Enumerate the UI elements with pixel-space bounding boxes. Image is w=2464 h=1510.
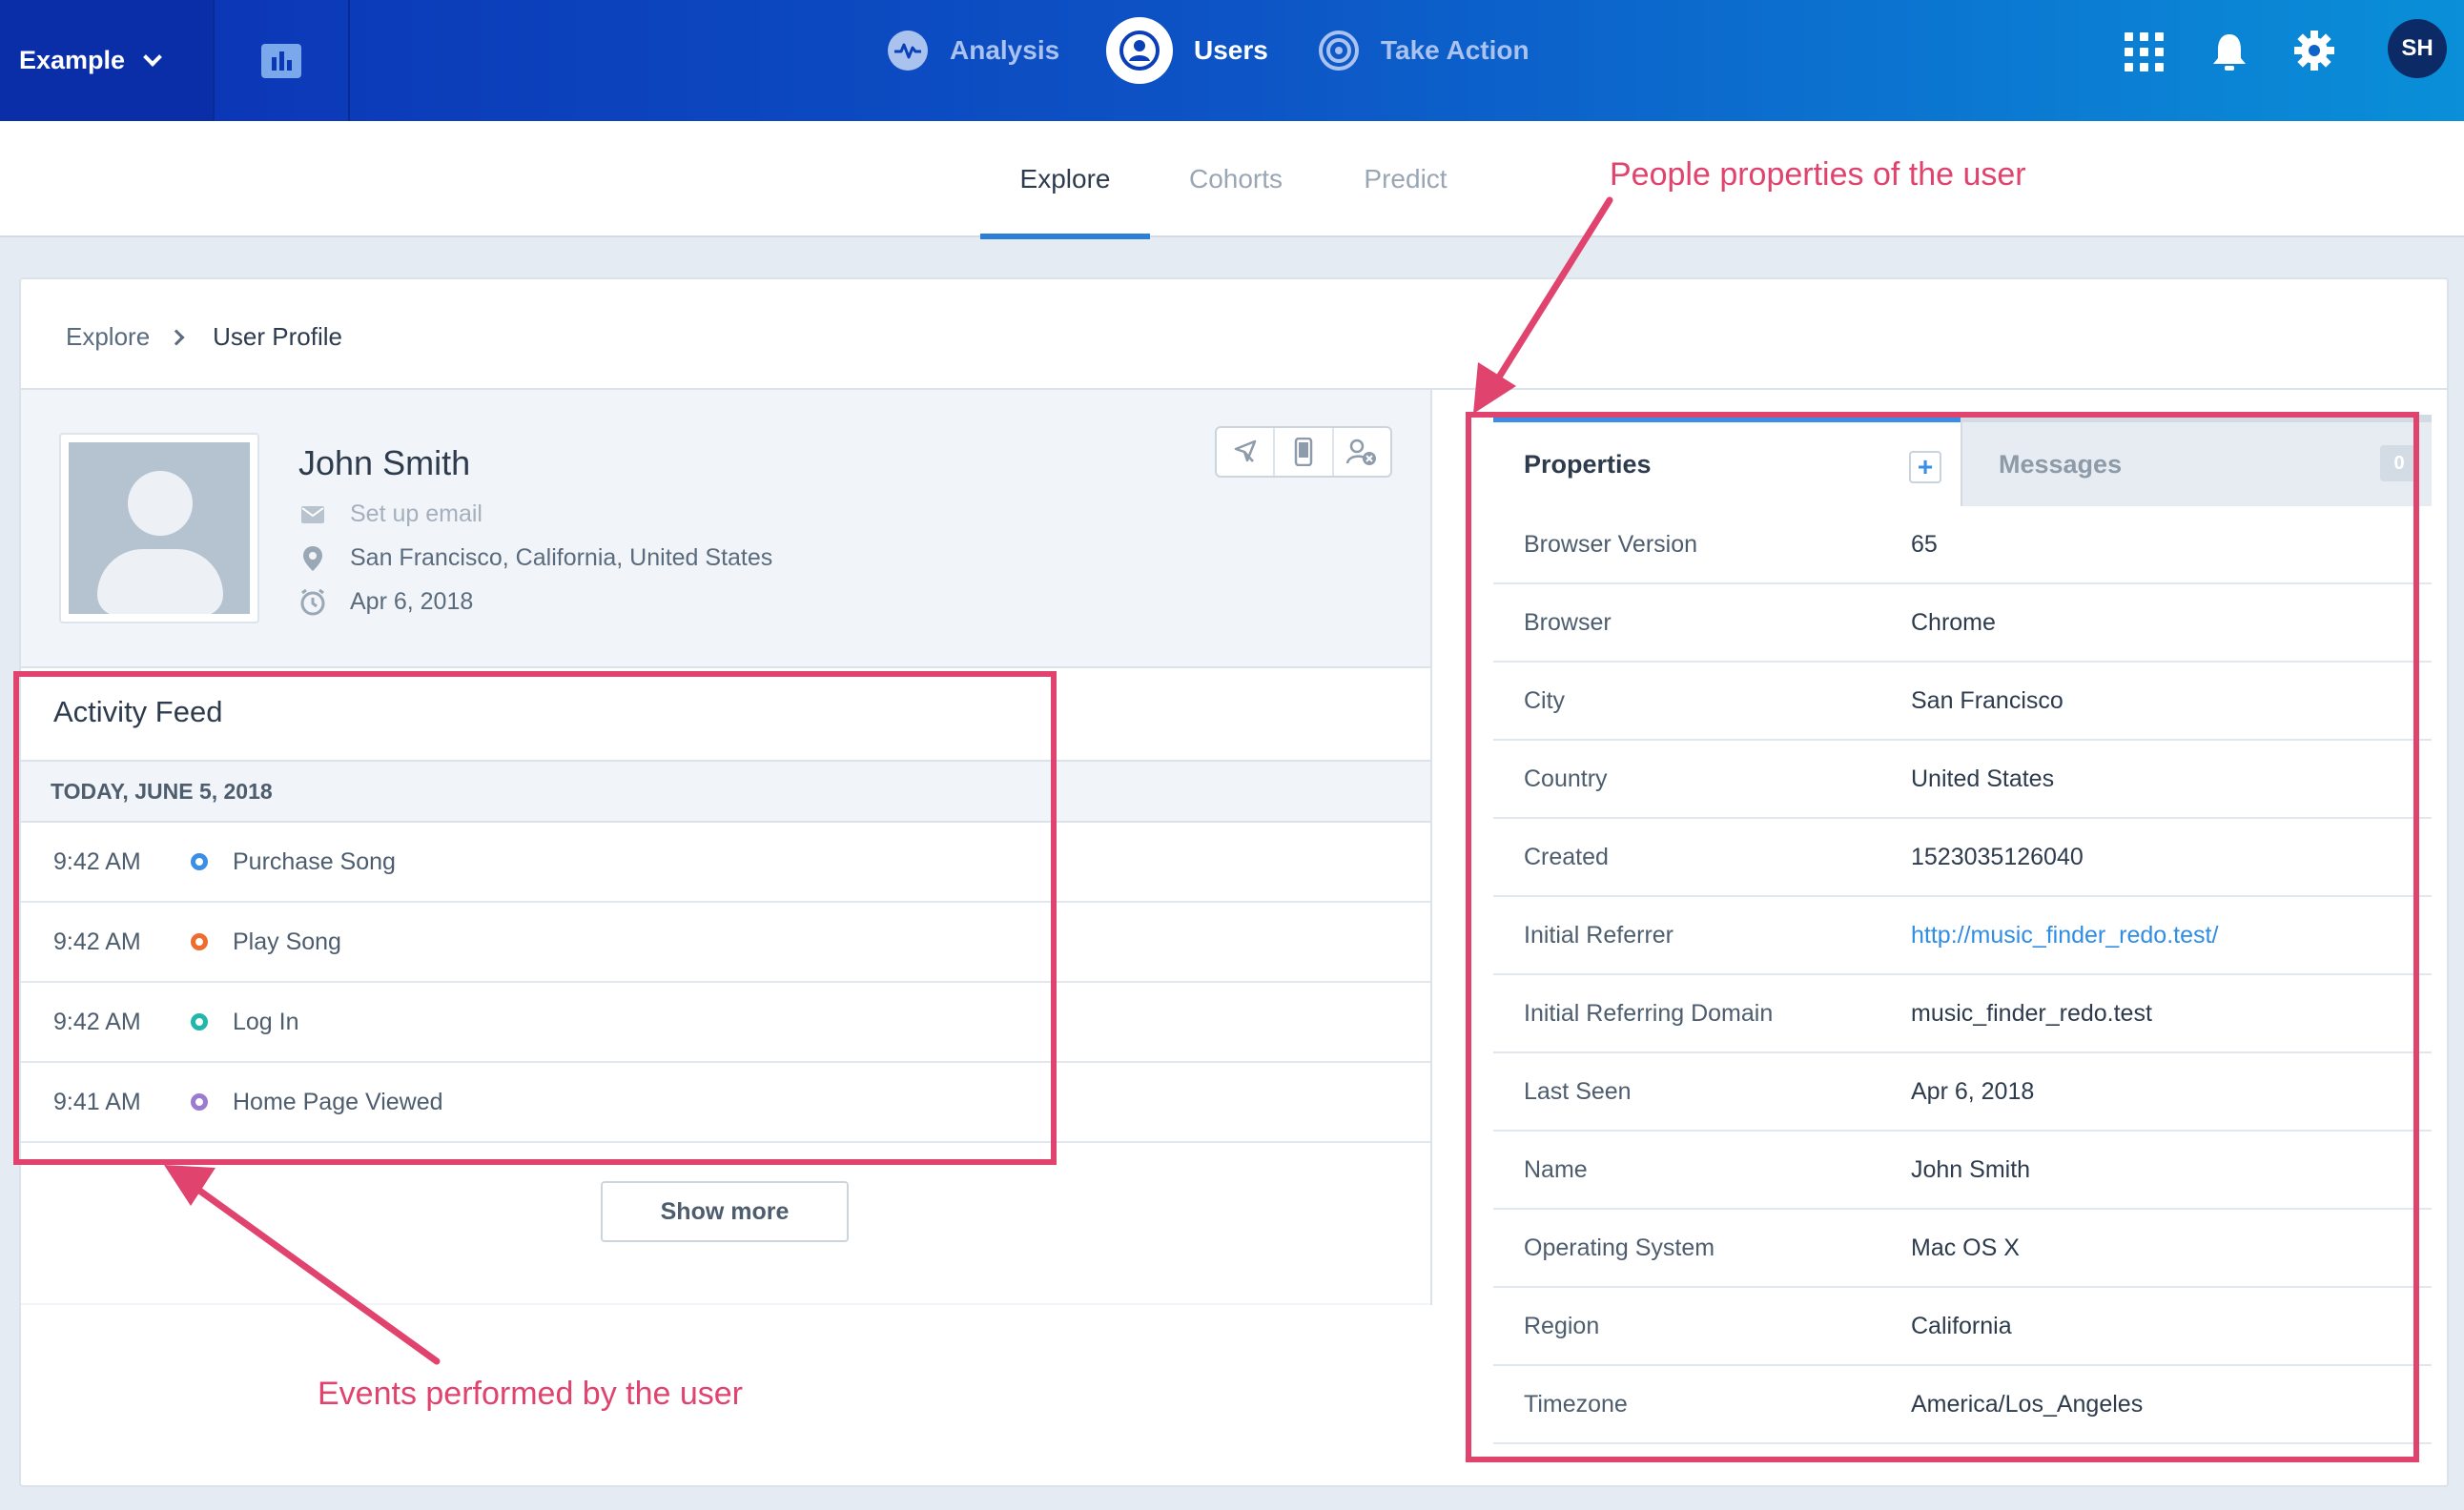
properties-annotation-box	[1466, 412, 2419, 1462]
top-navigation-bar: Example Analysis Users Take Action SH	[0, 0, 2464, 121]
pulse-icon	[887, 30, 929, 71]
project-selector[interactable]: Example	[0, 0, 215, 121]
location-row: San Francisco, California, United States	[298, 544, 772, 572]
target-icon	[1318, 30, 1360, 71]
nav-take-action[interactable]: Take Action	[1318, 0, 1530, 100]
map-pin-icon	[298, 545, 327, 572]
nav-users[interactable]: Users	[1106, 0, 1268, 100]
date-text: Apr 6, 2018	[350, 588, 474, 615]
mobile-icon[interactable]	[1275, 428, 1334, 476]
remove-user-icon[interactable]	[1334, 428, 1390, 476]
breadcrumb-explore-link[interactable]: Explore	[66, 322, 150, 352]
profile-actions	[1215, 426, 1392, 478]
nav-label: Take Action	[1381, 34, 1530, 65]
user-circle-icon	[1106, 16, 1173, 84]
chevron-right-icon	[168, 329, 185, 345]
nav-label: Users	[1194, 34, 1268, 65]
tab-cohorts[interactable]: Cohorts	[1150, 121, 1322, 237]
properties-annotation-text: People properties of the user	[1610, 156, 2026, 193]
profile-photo	[59, 433, 259, 623]
apps-grid-icon[interactable]	[2125, 32, 2165, 72]
envelope-icon	[298, 505, 327, 524]
reports-button[interactable]	[215, 0, 350, 121]
tab-label: Predict	[1364, 164, 1448, 194]
tab-label: Explore	[1019, 164, 1111, 194]
show-more-button[interactable]: Show more	[601, 1181, 849, 1242]
user-name: John Smith	[298, 443, 471, 482]
breadcrumb: Explore User Profile	[66, 322, 342, 352]
default-avatar-icon	[69, 442, 250, 614]
bar-chart-icon	[261, 43, 301, 78]
sub-navigation: Explore Cohorts Predict	[0, 121, 2464, 239]
cursor-icon[interactable]	[1217, 428, 1276, 476]
user-initials: SH	[2401, 35, 2433, 61]
date-row: Apr 6, 2018	[298, 588, 473, 616]
events-annotation-box	[13, 671, 1057, 1165]
tab-explore[interactable]: Explore	[980, 121, 1150, 239]
project-label: Example	[19, 46, 126, 74]
email-placeholder: Set up email	[350, 500, 483, 527]
events-annotation-text: Events performed by the user	[318, 1376, 744, 1412]
bell-icon[interactable]	[2210, 31, 2248, 72]
nav-analysis[interactable]: Analysis	[887, 0, 1059, 100]
email-row[interactable]: Set up email	[298, 500, 483, 528]
clock-icon	[298, 588, 327, 616]
tab-predict[interactable]: Predict	[1322, 121, 1489, 237]
breadcrumb-current: User Profile	[213, 322, 342, 351]
gear-icon[interactable]	[2292, 29, 2336, 72]
user-avatar[interactable]: SH	[2388, 19, 2447, 78]
tab-label: Cohorts	[1188, 164, 1283, 194]
location-text: San Francisco, California, United States	[350, 544, 773, 571]
nav-label: Analysis	[950, 34, 1060, 65]
chevron-down-icon	[143, 47, 162, 67]
